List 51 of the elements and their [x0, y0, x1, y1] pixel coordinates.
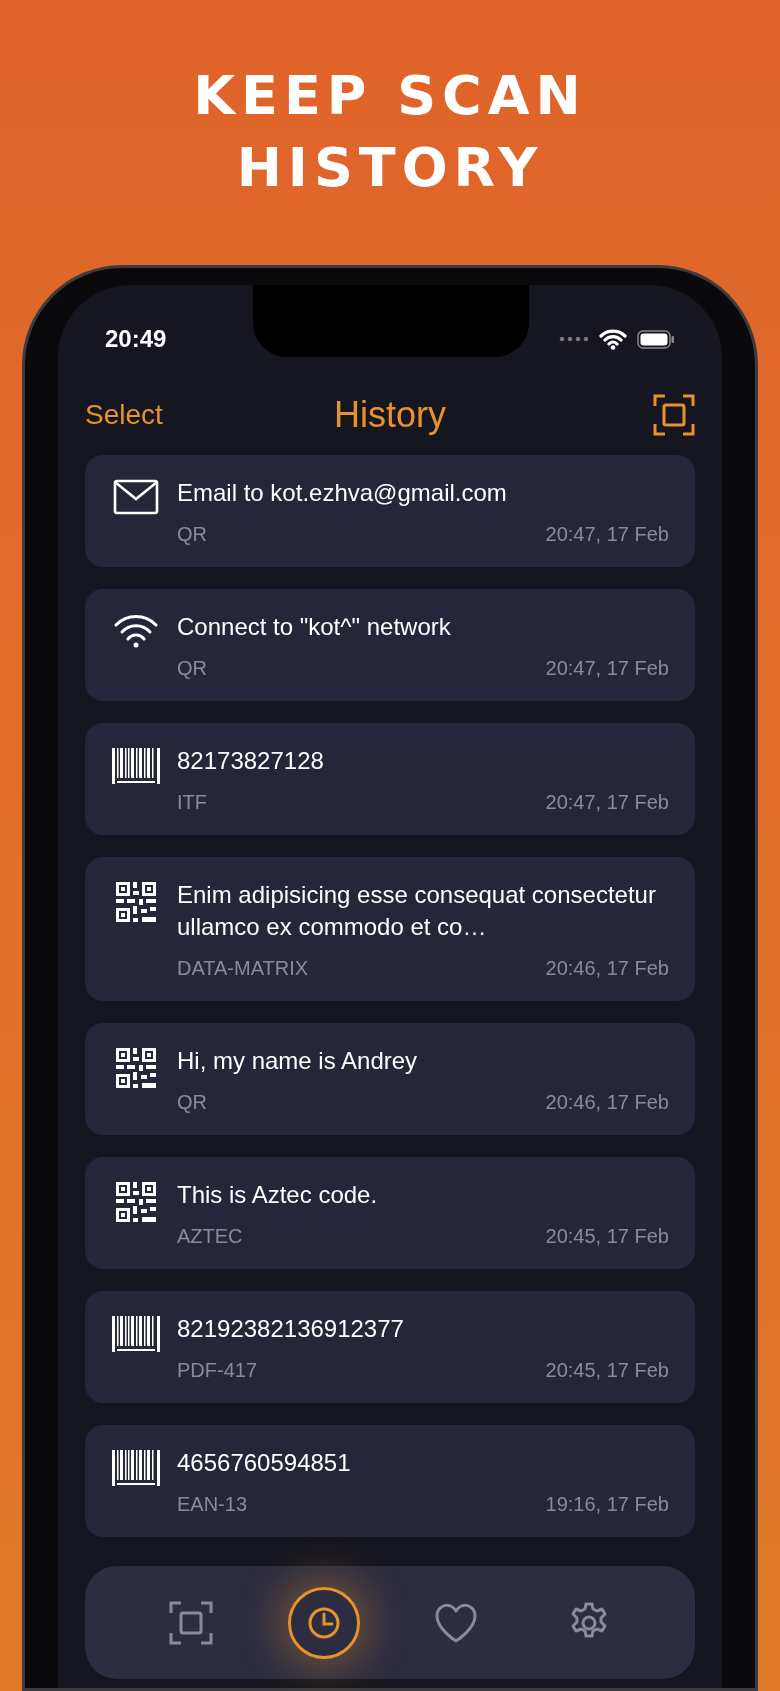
- code-type: QR: [177, 522, 207, 547]
- code-type: QR: [177, 656, 207, 681]
- wifi-icon: [599, 328, 627, 350]
- scan-time: 20:46, 17 Feb: [545, 956, 669, 981]
- scan-icon[interactable]: [653, 394, 695, 436]
- qr-code-icon: [115, 1181, 157, 1223]
- scan-time: 20:47, 17 Feb: [545, 522, 669, 547]
- history-item[interactable]: Enim adipisicing esse consequat consectetur ullamco ex commodo et co… DATA-MATRIX 20:46, 17 Feb: [85, 857, 695, 1001]
- code-type: PDF-417: [177, 1358, 258, 1383]
- item-title: Email to kot.ezhva@gmail.com: [177, 478, 508, 508]
- history-item[interactable]: Hi, my name is Andrey QR 20:46, 17 Feb: [85, 1023, 695, 1135]
- code-type: AZTEC: [177, 1224, 243, 1249]
- qr-code-icon: [115, 881, 157, 923]
- item-title: Enim adipisicing esse consequat consectetur ullamco ex commodo et co…: [177, 880, 657, 942]
- code-type: DATA-MATRIX: [177, 956, 309, 981]
- signal-icon: [559, 336, 589, 342]
- item-title: 82192382136912377: [177, 1314, 405, 1344]
- scan-time: 19:16, 17 Feb: [545, 1492, 669, 1517]
- item-title: 82173827128: [177, 746, 325, 776]
- item-title: Hi, my name is Andrey: [177, 1046, 419, 1076]
- battery-icon: [637, 329, 675, 349]
- code-type: EAN-13: [177, 1492, 248, 1517]
- history-item[interactable]: 4656760594851 EAN-13 19:16, 17 Feb: [85, 1425, 695, 1537]
- wifi-icon: [113, 613, 159, 649]
- barcode-icon: [111, 1315, 161, 1353]
- envelope-icon: [113, 479, 159, 515]
- history-item[interactable]: This is Aztec code. AZTEC 20:45, 17 Feb: [85, 1157, 695, 1269]
- status-time: 20:49: [105, 324, 167, 354]
- code-type: ITF: [177, 790, 207, 815]
- history-item[interactable]: Connect to "kot^" network QR 20:47, 17 Feb: [85, 589, 695, 701]
- screen-title: History: [334, 393, 446, 437]
- select-button[interactable]: Select: [85, 394, 163, 436]
- headline: HISTORY: [236, 134, 544, 201]
- code-type: QR: [177, 1090, 207, 1115]
- headline: KEEP SCAN: [193, 62, 587, 129]
- barcode-icon: [111, 747, 161, 785]
- scan-time: 20:46, 17 Feb: [545, 1090, 669, 1115]
- qr-code-icon: [115, 1047, 157, 1089]
- barcode-icon: [111, 1449, 161, 1487]
- history-item[interactable]: Email to kot.ezhva@gmail.com QR 20:47, 17 Feb: [85, 455, 695, 567]
- scan-icon: [169, 1600, 214, 1645]
- item-title: This is Aztec code.: [177, 1180, 379, 1210]
- history-item[interactable]: 82192382136912377 PDF-417 20:45, 17 Feb: [85, 1291, 695, 1403]
- scan-time: 20:45, 17 Feb: [545, 1358, 669, 1383]
- item-title: Connect to "kot^" network: [177, 612, 452, 642]
- scan-time: 20:45, 17 Feb: [545, 1224, 669, 1249]
- scan-time: 20:47, 17 Feb: [545, 790, 669, 815]
- scan-time: 20:47, 17 Feb: [545, 656, 669, 681]
- history-tab[interactable]: [287, 1586, 360, 1659]
- history-item[interactable]: 82173827128 ITF 20:47, 17 Feb: [85, 723, 695, 835]
- item-title: 4656760594851: [177, 1448, 352, 1478]
